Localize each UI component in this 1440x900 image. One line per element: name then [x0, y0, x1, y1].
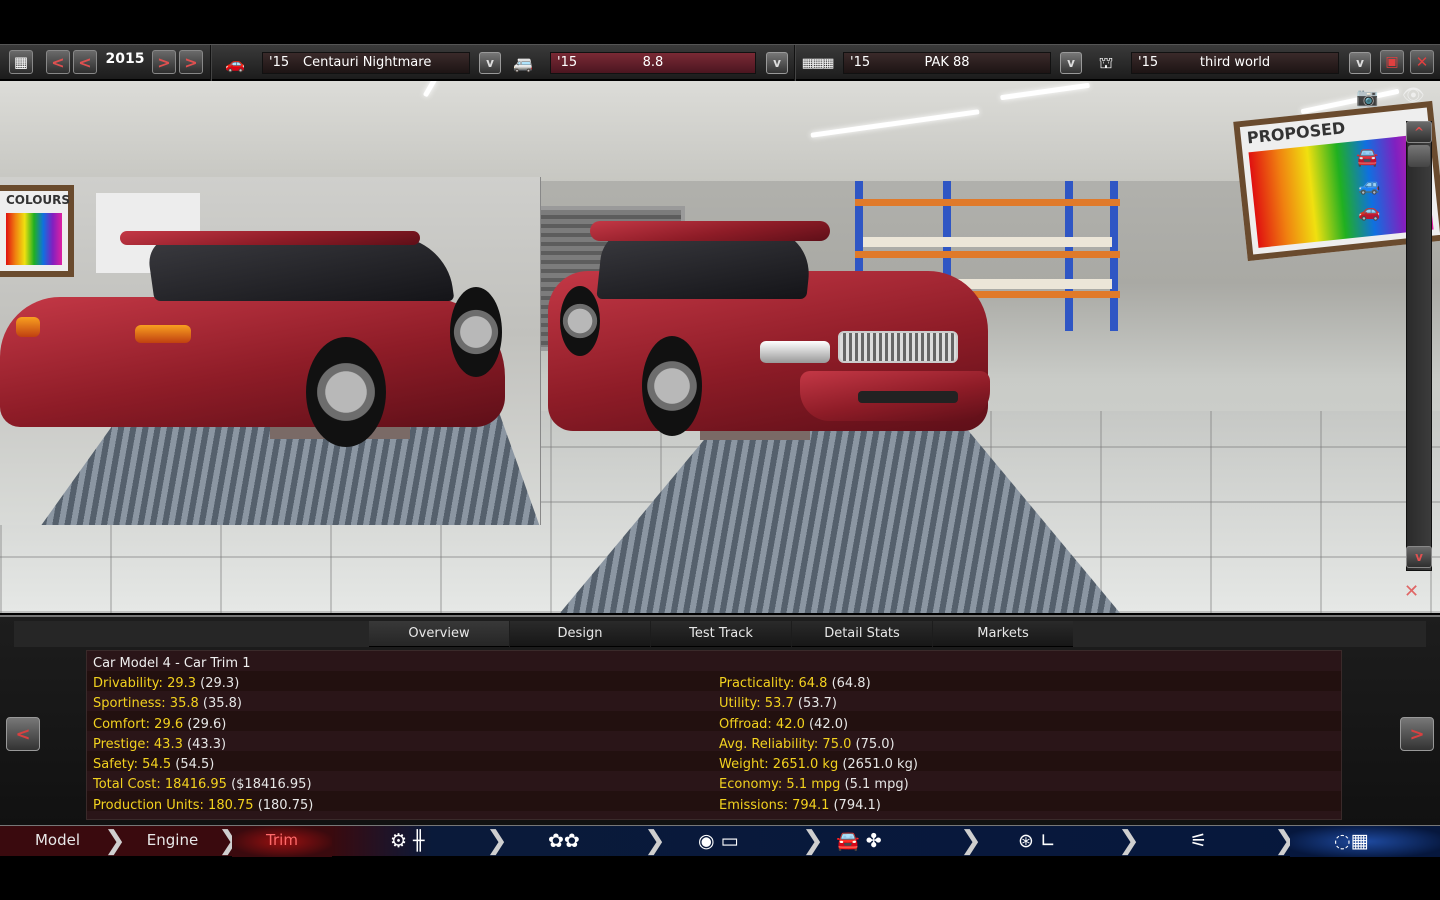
- stat-drivability: Drivability: 29.3 (29.3): [93, 676, 240, 691]
- chevron-right-icon: ❯: [644, 826, 666, 856]
- truck-icon: 🚐: [513, 53, 533, 73]
- overview-stats: Car Model 4 - Car Trim 1 Drivability: 29…: [86, 650, 1342, 820]
- engine-model-dropdown-button[interactable]: v: [766, 52, 788, 74]
- interior-icon[interactable]: ⊛ ∟: [1018, 829, 1056, 853]
- workflow-bar: Model ❯ Engine ❯ Trim ⚙ ╫ ❯ ✿✿ ❯ ◉ ▭ ❯ 🚘…: [0, 825, 1440, 857]
- finish-flag-icon[interactable]: ◌▦: [1334, 829, 1369, 853]
- stat-emissions: Emissions: 794.1 (794.1): [719, 798, 881, 813]
- board-title: COLOURS: [6, 193, 71, 207]
- scroll-thumb[interactable]: [1408, 145, 1430, 167]
- year-next-button[interactable]: >: [152, 50, 176, 74]
- select-name: PAK 88: [924, 55, 970, 70]
- stat-practicality: Practicality: 64.8 (64.8): [719, 676, 871, 691]
- chevron-right-icon: ❯: [960, 826, 982, 856]
- workflow-step-trim[interactable]: Trim: [232, 826, 332, 857]
- select-year: '15: [269, 55, 290, 70]
- next-trim-button[interactable]: >: [1400, 717, 1434, 751]
- reset-view-icon[interactable]: ✕: [1404, 581, 1419, 602]
- garage-viewport[interactable]: PROPOSED 📷 👁 🚘 🚙 🚗 ✕ ^ v COLOURS: [0, 81, 1440, 613]
- car-model-select[interactable]: '15 Centauri Nightmare: [262, 52, 470, 74]
- tab-test-track[interactable]: Test Track: [651, 621, 791, 647]
- scroll-up-button[interactable]: ^: [1406, 121, 1432, 143]
- info-panel: Overview Design Test Track Detail Stats …: [0, 615, 1440, 825]
- eye-icon[interactable]: 👁: [1402, 85, 1425, 106]
- engine-icon: ▦▦▦: [801, 55, 835, 71]
- chevron-right-icon: ❯: [486, 826, 508, 856]
- close-icon[interactable]: ✕: [1410, 50, 1434, 74]
- year-display: 2015: [105, 51, 145, 67]
- workflow-step-model[interactable]: Model: [0, 826, 115, 857]
- stat-comfort: Comfort: 29.6 (29.6): [93, 717, 227, 732]
- top-toolbar: ▦ < < 2015 > > 🚗 '15 Centauri Nightmare …: [0, 44, 1440, 81]
- tab-overview[interactable]: Overview: [369, 621, 509, 647]
- stat-prestige: Prestige: 43.3 (43.3): [93, 737, 227, 752]
- stat-safety: Safety: 54.5 (54.5): [93, 757, 215, 772]
- year-prev-far-button[interactable]: <: [46, 50, 70, 74]
- colour-board: COLOURS: [0, 185, 74, 277]
- tires-icon[interactable]: ✿✿: [548, 829, 580, 853]
- trim-title: Car Model 4 - Car Trim 1: [93, 656, 251, 671]
- chevron-right-icon: ❯: [1118, 826, 1140, 856]
- rear-view-inset[interactable]: COLOURS: [0, 177, 541, 525]
- select-name: Centauri Nightmare: [303, 55, 432, 70]
- wheel-gear-icon[interactable]: ⚙ ╫: [390, 829, 425, 853]
- colour-swatches: [6, 213, 62, 265]
- toolbar-divider: [210, 45, 212, 81]
- stat-total-cost: Total Cost: 18416.95 ($18416.95): [93, 777, 312, 792]
- tab-design[interactable]: Design: [510, 621, 650, 647]
- car-model-dropdown-button[interactable]: v: [479, 52, 501, 74]
- save-icon[interactable]: ▣: [1380, 50, 1404, 74]
- select-name: 8.8: [642, 55, 664, 70]
- car-front-icon[interactable]: 🚙: [1358, 175, 1380, 196]
- stat-weight: Weight: 2651.0 kg (2651.0 kg): [719, 757, 918, 772]
- tab-rail: [14, 621, 369, 647]
- view-scrollbar[interactable]: [1406, 121, 1432, 571]
- car-top-icon[interactable]: 🚗: [1358, 201, 1380, 222]
- stat-economy: Economy: 5.1 mpg (5.1 mpg): [719, 777, 909, 792]
- tab-detail-stats[interactable]: Detail Stats: [792, 621, 932, 647]
- engine-model-select[interactable]: '15 8.8: [550, 52, 756, 74]
- suspension-icon[interactable]: ⚟: [1190, 829, 1207, 853]
- camera-icon[interactable]: 📷: [1356, 87, 1378, 108]
- factory-icon: ⛫: [1098, 52, 1114, 72]
- select-name: third world: [1199, 55, 1271, 70]
- car-icon: 🚗: [225, 53, 245, 73]
- year-next-far-button[interactable]: >: [179, 50, 203, 74]
- stat-offroad: Offroad: 42.0 (42.0): [719, 717, 849, 732]
- chevron-right-icon: ❯: [802, 826, 824, 856]
- toolbar-divider: [794, 45, 796, 81]
- stat-reliability: Avg. Reliability: 75.0 (75.0): [719, 737, 895, 752]
- stat-utility: Utility: 53.7 (53.7): [719, 696, 837, 711]
- engine-family-dropdown-button[interactable]: v: [1060, 52, 1082, 74]
- car-fan-icon[interactable]: 🚘 ✤: [836, 829, 882, 853]
- body-icon[interactable]: ◉ ▭: [698, 829, 739, 853]
- stat-production-units: Production Units: 180.75 (180.75): [93, 798, 314, 813]
- scroll-down-button[interactable]: v: [1406, 546, 1432, 568]
- prev-trim-button[interactable]: <: [6, 717, 40, 751]
- garage-ceiling: [0, 81, 1440, 181]
- tab-markets[interactable]: Markets: [933, 621, 1073, 647]
- engine-family-select[interactable]: '15 PAK 88: [843, 52, 1051, 74]
- calendar-icon[interactable]: ▦: [9, 50, 33, 74]
- year-prev-button[interactable]: <: [73, 50, 97, 74]
- car-side-icon[interactable]: 🚘: [1356, 147, 1378, 168]
- tab-bar: Overview Design Test Track Detail Stats …: [369, 621, 1074, 647]
- workflow-step-engine[interactable]: Engine: [120, 826, 225, 857]
- factory-select[interactable]: '15 third world: [1131, 52, 1339, 74]
- factory-dropdown-button[interactable]: v: [1349, 52, 1371, 74]
- stat-sportiness: Sportiness: 35.8 (35.8): [93, 696, 242, 711]
- tab-rail: [1070, 621, 1426, 647]
